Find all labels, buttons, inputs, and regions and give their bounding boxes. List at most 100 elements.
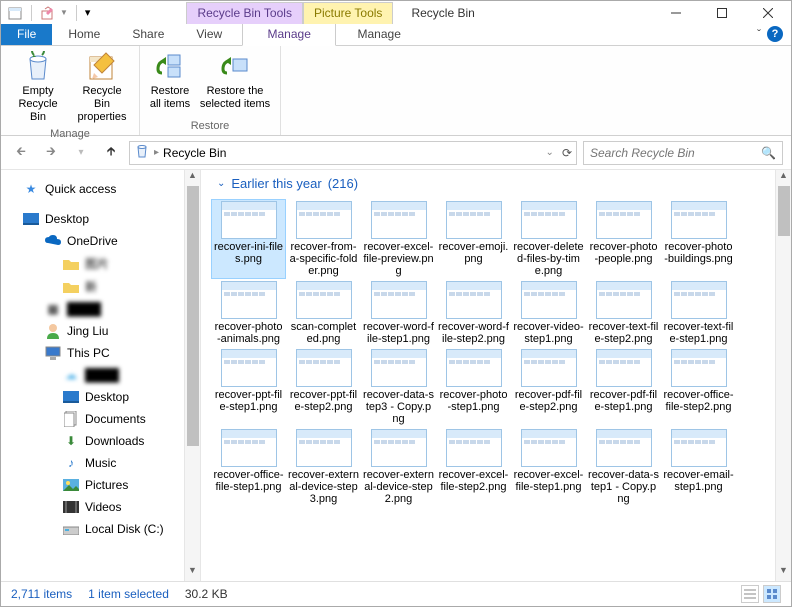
file-thumbnail	[221, 281, 277, 319]
maximize-button[interactable]	[699, 1, 745, 24]
file-item[interactable]: recover-photo-step1.png	[436, 347, 511, 427]
restore-selected-button[interactable]: Restore the selected items	[196, 49, 274, 113]
close-button[interactable]	[745, 1, 791, 24]
scroll-up-icon[interactable]: ▲	[185, 170, 200, 186]
file-item[interactable]: recover-excel-file-step1.png	[511, 427, 586, 507]
scroll-down-icon[interactable]: ▼	[185, 565, 200, 581]
nav-onedrive[interactable]: OneDrive	[5, 230, 200, 252]
nav-folder-2[interactable]: 新	[5, 275, 200, 298]
breadcrumb-chevron[interactable]: ▸	[154, 147, 159, 158]
file-item[interactable]: recover-photo-animals.png	[211, 279, 286, 347]
view-details-button[interactable]	[741, 585, 759, 603]
restore-all-button[interactable]: Restore all items	[146, 49, 194, 113]
empty-recycle-bin-button[interactable]: Empty Recycle Bin	[7, 49, 69, 126]
nav-history-dropdown[interactable]: ▾	[69, 141, 93, 165]
nav-videos[interactable]: Videos	[5, 496, 200, 518]
nav-folder-1[interactable]: 图片	[5, 252, 200, 275]
nav-desktop[interactable]: Desktop	[5, 208, 200, 230]
file-item[interactable]: recover-external-device-step3.png	[286, 427, 361, 507]
nav-desktop-2[interactable]: Desktop	[5, 386, 200, 408]
nav-local-disk[interactable]: Local Disk (C:)	[5, 518, 200, 540]
address-dropdown[interactable]: ⌄	[546, 147, 554, 158]
help-icon[interactable]: ?	[767, 26, 783, 42]
breadcrumb-location[interactable]: Recycle Bin	[163, 146, 226, 160]
file-item[interactable]: recover-video-step1.png	[511, 279, 586, 347]
file-item[interactable]: recover-excel-file-preview.png	[361, 199, 436, 279]
ribbon-collapse[interactable]: ˇ	[751, 24, 767, 45]
minimize-button[interactable]	[653, 1, 699, 24]
file-name: recover-excel-file-preview.png	[363, 241, 434, 277]
nav-user[interactable]: Jing Liu	[5, 320, 200, 342]
file-thumbnail	[521, 281, 577, 319]
chevron-down-icon[interactable]: ⌄	[217, 178, 225, 189]
file-item[interactable]: recover-email-step1.png	[661, 427, 736, 507]
search-input[interactable]	[590, 146, 776, 160]
tab-view[interactable]: View	[180, 24, 238, 45]
nav-scrollbar[interactable]: ▲ ▼	[184, 170, 200, 581]
tab-home[interactable]: Home	[52, 24, 116, 45]
search-icon[interactable]: 🔍	[761, 146, 776, 160]
ctx-tab-picture[interactable]: Picture Tools	[303, 2, 393, 24]
file-item[interactable]: recover-office-file-step1.png	[211, 427, 286, 507]
nav-label: 新	[85, 278, 97, 295]
scroll-down-icon[interactable]: ▼	[776, 565, 791, 581]
view-icons-button[interactable]	[763, 585, 781, 603]
nav-documents[interactable]: Documents	[5, 408, 200, 430]
title-bar: ▼ ▾ Recycle Bin Tools Picture Tools Recy…	[1, 1, 791, 24]
qat-dropdown[interactable]: ▼	[60, 8, 68, 17]
nav-blurred-item[interactable]: ☁████	[5, 364, 200, 386]
file-item[interactable]: recover-excel-file-step2.png	[436, 427, 511, 507]
qat-overflow[interactable]: ▾	[85, 6, 91, 19]
drive-icon	[63, 521, 79, 537]
nav-music[interactable]: ♪ Music	[5, 452, 200, 474]
nav-pictures[interactable]: Pictures	[5, 474, 200, 496]
file-thumbnail	[596, 201, 652, 239]
file-item[interactable]: recover-text-file-step1.png	[661, 279, 736, 347]
properties-icon[interactable]	[40, 5, 56, 21]
address-box[interactable]: ▸ Recycle Bin ⌄ ⟳	[129, 141, 577, 165]
ctx-tab-recycle[interactable]: Recycle Bin Tools	[186, 2, 303, 24]
file-item[interactable]: recover-from-a-specific-folder.png	[286, 199, 361, 279]
nav-back[interactable]: 🡰	[9, 141, 33, 165]
scroll-up-icon[interactable]: ▲	[776, 170, 791, 186]
file-item[interactable]: recover-word-file-step2.png	[436, 279, 511, 347]
file-item[interactable]: recover-external-device-step2.png	[361, 427, 436, 507]
nav-downloads[interactable]: ⬇ Downloads	[5, 430, 200, 452]
file-item[interactable]: scan-completed.png	[286, 279, 361, 347]
nav-blurred-item[interactable]: ▦████	[5, 298, 200, 320]
content-scroll-thumb[interactable]	[778, 186, 790, 236]
nav-quick-access[interactable]: ★ Quick access	[5, 178, 200, 200]
search-box[interactable]: 🔍	[583, 141, 783, 165]
empty-recycle-bin-label: Empty Recycle Bin	[9, 85, 67, 124]
nav-scroll-thumb[interactable]	[187, 186, 199, 446]
file-item[interactable]: recover-ppt-file-step2.png	[286, 347, 361, 427]
status-item-count: 2,711 items	[11, 587, 72, 601]
nav-label: Desktop	[85, 390, 129, 404]
file-item[interactable]: recover-emoji.png	[436, 199, 511, 279]
content-scrollbar[interactable]: ▲ ▼	[775, 170, 791, 581]
refresh-icon[interactable]: ⟳	[562, 146, 572, 160]
tab-manage-picture[interactable]: Manage	[336, 24, 422, 45]
file-item[interactable]: recover-word-file-step1.png	[361, 279, 436, 347]
file-item[interactable]: recover-text-file-step2.png	[586, 279, 661, 347]
group-header[interactable]: ⌄ Earlier this year (216)	[201, 170, 791, 199]
file-item[interactable]: recover-photo-people.png	[586, 199, 661, 279]
file-item[interactable]: recover-data-step1 - Copy.png	[586, 427, 661, 507]
status-size: 30.2 KB	[185, 587, 228, 601]
file-item[interactable]: recover-office-file-step2.png	[661, 347, 736, 427]
tab-share[interactable]: Share	[116, 24, 180, 45]
tab-file[interactable]: File	[1, 24, 52, 45]
recycle-bin-properties-button[interactable]: Recycle Bin properties	[71, 49, 133, 126]
file-item[interactable]: recover-ppt-file-step1.png	[211, 347, 286, 427]
file-item[interactable]: recover-ini-files.png	[211, 199, 286, 279]
file-thumbnail	[521, 201, 577, 239]
file-item[interactable]: recover-pdf-file-step2.png	[511, 347, 586, 427]
file-item[interactable]: recover-pdf-file-step1.png	[586, 347, 661, 427]
file-item[interactable]: recover-data-step3 - Copy.png	[361, 347, 436, 427]
nav-up[interactable]: 🡱	[99, 141, 123, 165]
file-item[interactable]: recover-deleted-files-by-time.png	[511, 199, 586, 279]
tab-manage-recycle[interactable]: Manage	[242, 24, 336, 46]
nav-this-pc[interactable]: This PC	[5, 342, 200, 364]
file-item[interactable]: recover-photo-buildings.png	[661, 199, 736, 279]
file-thumbnail	[596, 281, 652, 319]
